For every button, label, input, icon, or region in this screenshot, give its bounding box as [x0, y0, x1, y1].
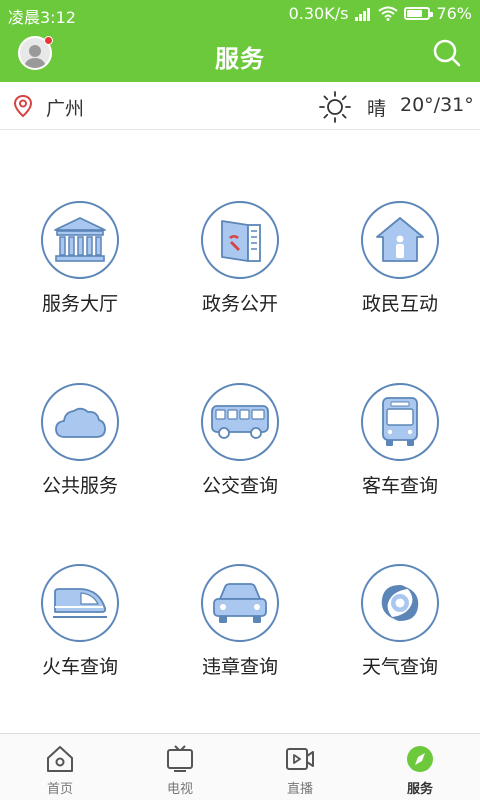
nav-label: 首页	[46, 782, 73, 797]
public-service-tile[interactable]: 公共服务	[0, 313, 160, 497]
bullet-train-icon	[53, 588, 107, 618]
location-pin-icon[interactable]	[12, 94, 34, 118]
service-icon-circle	[41, 201, 119, 279]
service-label: 服务大厅	[41, 293, 118, 315]
service-icon-circle	[41, 383, 119, 461]
service-icon-circle	[201, 383, 279, 461]
service-icon-circle	[201, 564, 279, 642]
service-icon-circle	[361, 383, 439, 461]
page-title: 服务	[215, 45, 265, 73]
service-hall-tile[interactable]: 服务大厅	[0, 131, 160, 315]
wifi-icon	[378, 6, 399, 21]
status-right: 0.30K/s 76%	[289, 4, 472, 23]
tv-icon	[167, 745, 193, 772]
compass-icon	[407, 746, 433, 772]
sun-icon	[319, 91, 351, 123]
weather-condition: 晴	[367, 98, 387, 120]
typhoon-icon	[381, 585, 419, 621]
battery-icon	[404, 7, 434, 20]
party-document-icon	[221, 220, 261, 262]
city-name[interactable]: 广州	[46, 94, 84, 121]
temperature-range: 20°/31°	[400, 94, 474, 116]
bus-side-icon	[211, 405, 269, 439]
status-time: 凌晨3:12	[8, 8, 76, 27]
service-label: 天气查询	[361, 656, 438, 678]
nav-home[interactable]: 首页	[0, 734, 120, 800]
nav-tv[interactable]: 电视	[120, 734, 240, 800]
home-icon	[47, 746, 73, 772]
battery-fill	[407, 10, 423, 17]
house-person-icon	[376, 217, 424, 262]
nav-label: 电视	[166, 782, 193, 797]
government-hall-icon	[54, 217, 106, 262]
signal-icon	[355, 7, 371, 21]
search-icon[interactable]	[432, 38, 462, 68]
service-label: 火车查询	[41, 656, 118, 678]
nav-live[interactable]: 直播	[240, 734, 360, 800]
battery-percent: 76%	[436, 4, 472, 23]
traffic-violation-tile[interactable]: 违章查询	[160, 494, 320, 678]
service-icon-circle	[361, 201, 439, 279]
coach-front-icon	[382, 397, 418, 446]
bus-query-tile[interactable]: 公交查询	[160, 313, 320, 497]
service-label: 政务公开	[201, 293, 278, 315]
network-speed: 0.30K/s	[288, 4, 349, 23]
location-weather-bar: 广州 晴 20°/31°	[0, 82, 480, 130]
nav-label: 服务	[406, 782, 433, 797]
car-icon	[213, 583, 267, 623]
weather-query-tile[interactable]: 天气查询	[320, 494, 480, 678]
coach-query-tile[interactable]: 客车查询	[320, 313, 480, 497]
cloud-icon	[55, 407, 106, 438]
service-icon-circle	[201, 201, 279, 279]
service-label: 违章查询	[201, 656, 278, 678]
service-grid: 服务大厅 政务公开 政民互动 公共服务 公交查询 客车查询 火车查询 违章查询 …	[0, 131, 480, 732]
train-query-tile[interactable]: 火车查询	[0, 494, 160, 678]
service-icon-circle	[361, 564, 439, 642]
nav-label: 直播	[286, 782, 313, 797]
nav-service[interactable]: 服务	[360, 734, 480, 800]
service-label: 政民互动	[361, 293, 438, 315]
bottom-nav: 首页 电视 直播 服务	[0, 733, 480, 800]
app-header: 服务	[0, 28, 480, 82]
service-icon-circle	[41, 564, 119, 642]
citizen-interaction-tile[interactable]: 政民互动	[320, 131, 480, 315]
live-video-icon	[286, 748, 314, 770]
status-bar: 凌晨3:12 0.30K/s 76%	[0, 0, 480, 28]
government-affairs-tile[interactable]: 政务公开	[160, 131, 320, 315]
